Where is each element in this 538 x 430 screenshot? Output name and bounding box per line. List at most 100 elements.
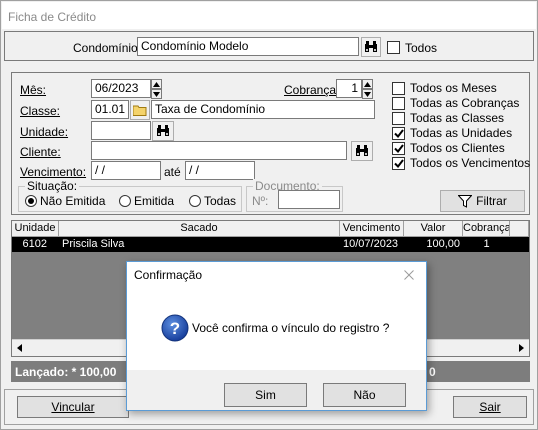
situacao-label: Situação: bbox=[25, 179, 80, 193]
classe-name-field[interactable]: Taxa de Condomínio bbox=[151, 100, 375, 119]
binoculars-icon bbox=[365, 41, 377, 52]
situacao-group: Situação: Não Emitida Emitida Todas bbox=[18, 179, 242, 212]
arrow-up-icon bbox=[153, 82, 160, 87]
checkmark-icon bbox=[393, 129, 404, 138]
arrow-up-icon bbox=[364, 82, 371, 87]
todos-vencimentos-label: Todos os Vencimentos bbox=[410, 156, 531, 170]
classe-label: Classe: bbox=[20, 104, 61, 118]
nao-label: Não bbox=[353, 388, 376, 402]
radio-todas-label: Todas bbox=[204, 194, 237, 208]
condominio-label: Condomínio: bbox=[73, 41, 142, 55]
classe-folder-button[interactable] bbox=[130, 100, 150, 120]
dialog-title: Confirmação bbox=[134, 268, 203, 282]
table-row[interactable]: 6102 Priscila Silva 10/07/2023 100,00 1 bbox=[12, 237, 529, 252]
cobranca-spinner[interactable] bbox=[362, 79, 373, 99]
vincular-label: Vincular bbox=[51, 400, 95, 414]
filtrar-button[interactable]: Filtrar bbox=[440, 190, 525, 212]
cobranca-label: Cobrança: bbox=[284, 83, 340, 97]
todas-cobrancas-label: Todas as Cobranças bbox=[410, 96, 520, 110]
cell-vencimento: 10/07/2023 bbox=[343, 238, 399, 250]
mes-spinner[interactable] bbox=[151, 79, 162, 99]
todos-vencimentos-checkbox[interactable] bbox=[392, 157, 405, 170]
condominio-panel: Condomínio: Condomínio Modelo Todos bbox=[4, 31, 534, 61]
svg-text:?: ? bbox=[170, 319, 180, 338]
dialog-footer: Sim Não bbox=[127, 370, 426, 410]
totals-right-value: 0 bbox=[429, 365, 436, 379]
documento-field[interactable] bbox=[278, 190, 340, 209]
todos-meses-checkbox[interactable] bbox=[392, 82, 405, 95]
radio-emitida[interactable] bbox=[119, 195, 131, 207]
cell-cobranca: 1 bbox=[483, 238, 490, 250]
dialog-title-bar: Confirmação bbox=[127, 262, 426, 288]
todos-clientes-checkbox[interactable] bbox=[392, 142, 405, 155]
arrow-down-icon bbox=[153, 92, 160, 97]
cell-sacado: Priscila Silva bbox=[62, 238, 125, 250]
filters-panel: Mês: 06/2023 Cobrança: 1 Classe: 01.01 T… bbox=[11, 72, 530, 215]
unidade-label: Unidade: bbox=[20, 125, 69, 139]
documento-group: Documento: Nº: bbox=[246, 179, 343, 212]
sim-button[interactable]: Sim bbox=[224, 383, 307, 407]
close-icon[interactable] bbox=[404, 270, 414, 280]
unidade-search-button[interactable] bbox=[152, 121, 174, 141]
radio-nao-emitida[interactable] bbox=[25, 195, 37, 207]
vencimento-label: Vencimento: bbox=[20, 165, 87, 179]
classe-code-field[interactable]: 01.01 bbox=[91, 100, 129, 119]
nao-button[interactable]: Não bbox=[323, 383, 406, 407]
todas-classes-label: Todas as Classes bbox=[410, 111, 505, 125]
todas-cobrancas-checkbox[interactable] bbox=[392, 97, 405, 110]
sair-button[interactable]: Sair bbox=[453, 396, 527, 418]
sair-label: Sair bbox=[479, 400, 501, 414]
col-valor-header[interactable]: Valor bbox=[404, 221, 463, 237]
cliente-search-button[interactable] bbox=[351, 141, 373, 161]
radio-emitida-label: Emitida bbox=[134, 194, 175, 208]
unidade-field[interactable] bbox=[91, 121, 151, 140]
mes-field[interactable]: 06/2023 bbox=[91, 79, 151, 98]
checkmark-icon bbox=[393, 144, 404, 153]
cobranca-field[interactable]: 1 bbox=[336, 79, 362, 98]
binoculars-icon bbox=[356, 145, 368, 156]
vencimento-to-field[interactable]: / / bbox=[185, 161, 255, 180]
condominio-search-button[interactable] bbox=[361, 37, 381, 57]
funnel-icon bbox=[458, 194, 473, 208]
col-sacado-header[interactable]: Sacado bbox=[59, 221, 340, 237]
ate-label: até bbox=[164, 165, 181, 179]
scroll-left-icon[interactable] bbox=[16, 344, 24, 352]
cell-valor: 100,00 bbox=[426, 238, 460, 250]
condominio-field[interactable]: Condomínio Modelo bbox=[137, 37, 359, 56]
arrow-down-icon bbox=[364, 92, 371, 97]
documento-n-label: Nº: bbox=[252, 194, 269, 208]
checkmark-icon bbox=[393, 159, 404, 168]
mes-label: Mês: bbox=[20, 83, 47, 97]
vencimento-from-field[interactable]: / / bbox=[91, 161, 161, 180]
cliente-field[interactable] bbox=[91, 141, 347, 160]
confirmation-dialog: Confirmação ? Você confirma o vínculo do… bbox=[126, 261, 427, 411]
grid-header: Unidade Sacado Vencimento Valor Cobrança bbox=[12, 221, 529, 237]
vincular-button[interactable]: Vincular bbox=[17, 396, 129, 418]
title-bar: Ficha de Crédito bbox=[2, 2, 536, 29]
col-unidade-header[interactable]: Unidade bbox=[12, 221, 59, 237]
question-icon: ? bbox=[161, 314, 189, 342]
col-cobranca-header[interactable]: Cobrança bbox=[463, 221, 510, 237]
cell-unidade: 6102 bbox=[22, 238, 47, 250]
sim-label: Sim bbox=[255, 388, 276, 402]
todos-meses-label: Todos os Meses bbox=[410, 81, 497, 95]
todos-condominios-label: Todos bbox=[405, 41, 438, 55]
todos-clientes-label: Todos os Clientes bbox=[410, 141, 505, 155]
radio-todas[interactable] bbox=[189, 195, 201, 207]
lancado-total: Lançado: * 100,00 bbox=[15, 365, 117, 379]
scroll-right-icon[interactable] bbox=[517, 344, 525, 352]
todas-classes-checkbox[interactable] bbox=[392, 112, 405, 125]
dialog-message: Você confirma o vínculo do registro ? bbox=[192, 321, 390, 335]
todas-unidades-label: Todas as Unidades bbox=[410, 126, 513, 140]
todos-condominios-checkbox[interactable] bbox=[387, 41, 400, 54]
col-vencimento-header[interactable]: Vencimento bbox=[340, 221, 404, 237]
todas-unidades-checkbox[interactable] bbox=[392, 127, 405, 140]
window-title: Ficha de Crédito bbox=[8, 10, 97, 24]
folder-icon bbox=[133, 105, 147, 116]
col-extra-header bbox=[510, 221, 529, 237]
dialog-body: ? Você confirma o vínculo do registro ? bbox=[127, 288, 426, 370]
radio-nao-emitida-label: Não Emitida bbox=[40, 194, 106, 208]
filtrar-label: Filtrar bbox=[476, 194, 507, 208]
binoculars-icon bbox=[157, 125, 169, 136]
cliente-label: Cliente: bbox=[20, 145, 61, 159]
